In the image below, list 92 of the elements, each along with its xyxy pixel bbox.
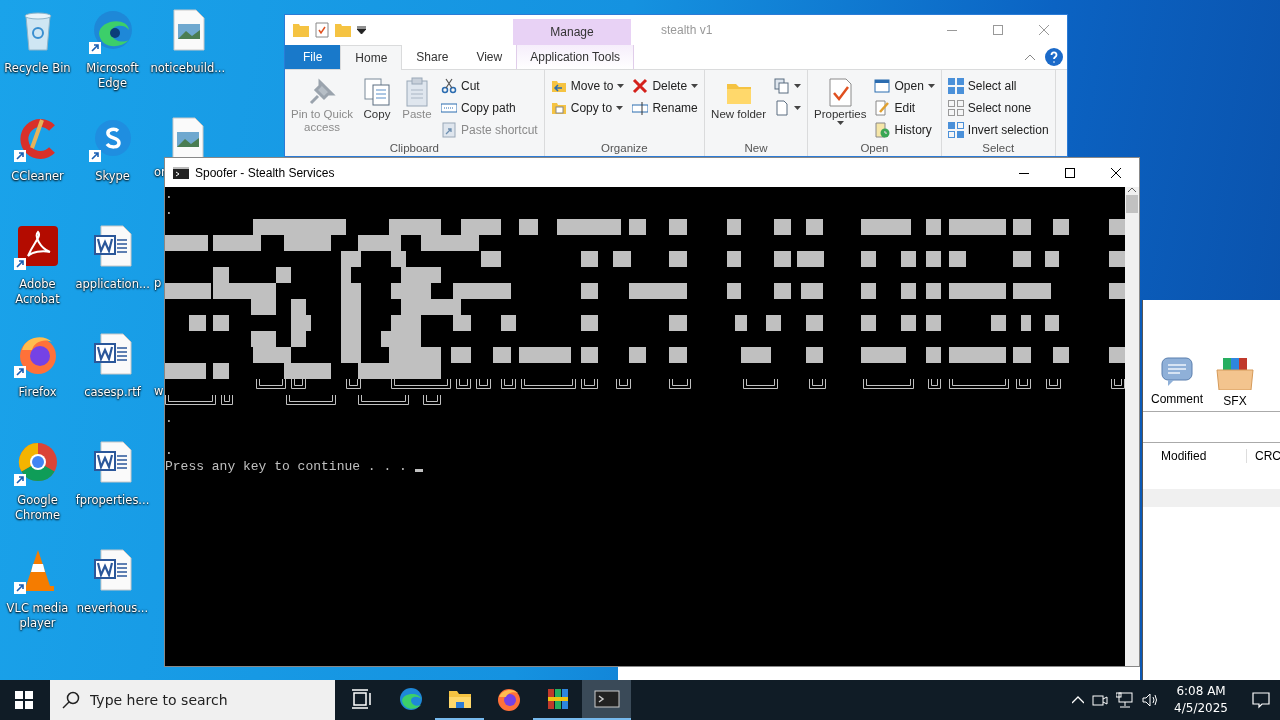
ribbon-button[interactable]: Cut	[439, 75, 540, 97]
ribbon-menu-button[interactable]	[772, 75, 804, 97]
folder-copy-icon	[550, 100, 567, 116]
group-label: New	[744, 142, 768, 154]
ribbon-button[interactable]: New folder	[709, 72, 769, 142]
context-tab-header: Manage	[513, 19, 631, 45]
caret-icon	[794, 106, 802, 110]
desktop-icon-label[interactable]: or	[154, 165, 166, 180]
group-label: Select	[982, 142, 1015, 154]
firefox-icon	[495, 686, 522, 712]
new-item-icon	[774, 100, 791, 116]
group-label: Open	[860, 142, 889, 154]
checked-document-icon	[315, 22, 329, 38]
ribbon-button[interactable]: Copy to	[548, 97, 627, 119]
console-text: Press any key to continue . . .	[165, 459, 407, 474]
console-text: .	[165, 203, 173, 218]
taskbar-button[interactable]	[582, 680, 631, 720]
notification-icon	[1252, 691, 1270, 709]
folder-icon	[293, 23, 309, 37]
clock[interactable]: 6:08 AM 4/5/2025	[1174, 683, 1228, 717]
rename-icon	[632, 100, 649, 116]
ribbon-button[interactable]: Select none	[945, 97, 1051, 119]
clock-document-icon	[874, 122, 891, 138]
group-label: Organize	[601, 142, 648, 154]
folder-icon	[335, 23, 351, 37]
windows-icon	[15, 691, 33, 709]
console-text: .	[165, 443, 173, 458]
toolbar-button[interactable]: Comment	[1151, 356, 1203, 411]
ribbon-button[interactable]: Select all	[945, 75, 1051, 97]
camera-icon	[1092, 692, 1109, 708]
copy-icon	[361, 76, 393, 108]
caret-icon	[616, 106, 624, 110]
speech-bubble-icon	[1160, 356, 1194, 388]
search-icon	[62, 691, 80, 709]
window-icon	[874, 78, 891, 94]
shortcut-icon	[441, 122, 457, 138]
ribbon-button[interactable]: Copy path	[439, 97, 540, 119]
caret-icon	[357, 26, 366, 34]
ribbon-button[interactable]: Open	[872, 75, 937, 97]
column-header[interactable]: CRC	[1247, 449, 1280, 463]
maximize-icon	[1065, 167, 1075, 178]
books-box-icon	[1215, 356, 1255, 390]
scrollbar[interactable]	[1125, 187, 1139, 666]
column-header[interactable]: Modified	[1143, 449, 1247, 463]
close-icon	[1039, 25, 1049, 35]
grid-outline-icon	[947, 100, 964, 116]
edge-icon	[397, 686, 424, 712]
text-cursor	[414, 469, 423, 472]
chevron-up-icon	[1025, 54, 1035, 60]
ribbon-button[interactable]: History	[872, 119, 937, 141]
toolbar-button[interactable]: SFX	[1215, 356, 1255, 411]
ribbon-button[interactable]: Copy	[359, 72, 395, 142]
ribbon-button[interactable]: Invert selection	[945, 119, 1051, 141]
window-title: stealth v1	[661, 23, 714, 37]
ribbon-tab[interactable]: View	[462, 45, 517, 69]
ribbon-button[interactable]: Delete	[630, 75, 701, 97]
ribbon-button[interactable]: Move to	[548, 75, 627, 97]
console-icon	[593, 689, 620, 709]
ribbon-tab[interactable]: Share	[402, 45, 463, 69]
search-field[interactable]: Type here to search	[50, 680, 335, 720]
ribbon-tab[interactable]: Application Tools	[516, 45, 635, 69]
network-icon	[1116, 692, 1135, 708]
window-title: Spoofer - Stealth Services	[195, 165, 336, 180]
grid-icon	[947, 78, 964, 94]
scrollbar-thumb[interactable]	[1126, 195, 1138, 213]
path-icon	[441, 100, 457, 116]
caret-icon	[927, 84, 935, 88]
ribbon-button[interactable]: Rename	[630, 97, 701, 119]
caret-icon	[691, 84, 699, 88]
help-icon	[1045, 48, 1063, 66]
grid-mixed-icon	[947, 122, 964, 138]
maximize-icon	[993, 25, 1003, 35]
caret-icon	[794, 84, 802, 88]
copy-stack-icon	[774, 78, 791, 94]
caret-icon	[836, 121, 844, 125]
folder-arrow-icon	[550, 78, 567, 94]
console-text: .	[165, 411, 173, 426]
console-text: .	[165, 187, 173, 202]
ribbon-button[interactable]: Properties	[812, 72, 869, 142]
chevron-up-icon	[1128, 187, 1136, 193]
console-icon	[173, 166, 189, 179]
caret-icon	[617, 84, 625, 88]
ribbon-tab[interactable]: File	[285, 45, 341, 69]
ribbon-tab[interactable]: Home	[340, 45, 403, 70]
chevron-up-icon	[1072, 696, 1085, 704]
delete-icon	[632, 78, 649, 94]
close-icon	[1111, 167, 1121, 178]
scissors-icon	[441, 78, 457, 94]
pencil-document-icon	[874, 100, 891, 116]
task-view-icon	[350, 689, 373, 709]
group-label: Clipboard	[389, 142, 439, 154]
ribbon-button[interactable]: Edit	[872, 97, 937, 119]
